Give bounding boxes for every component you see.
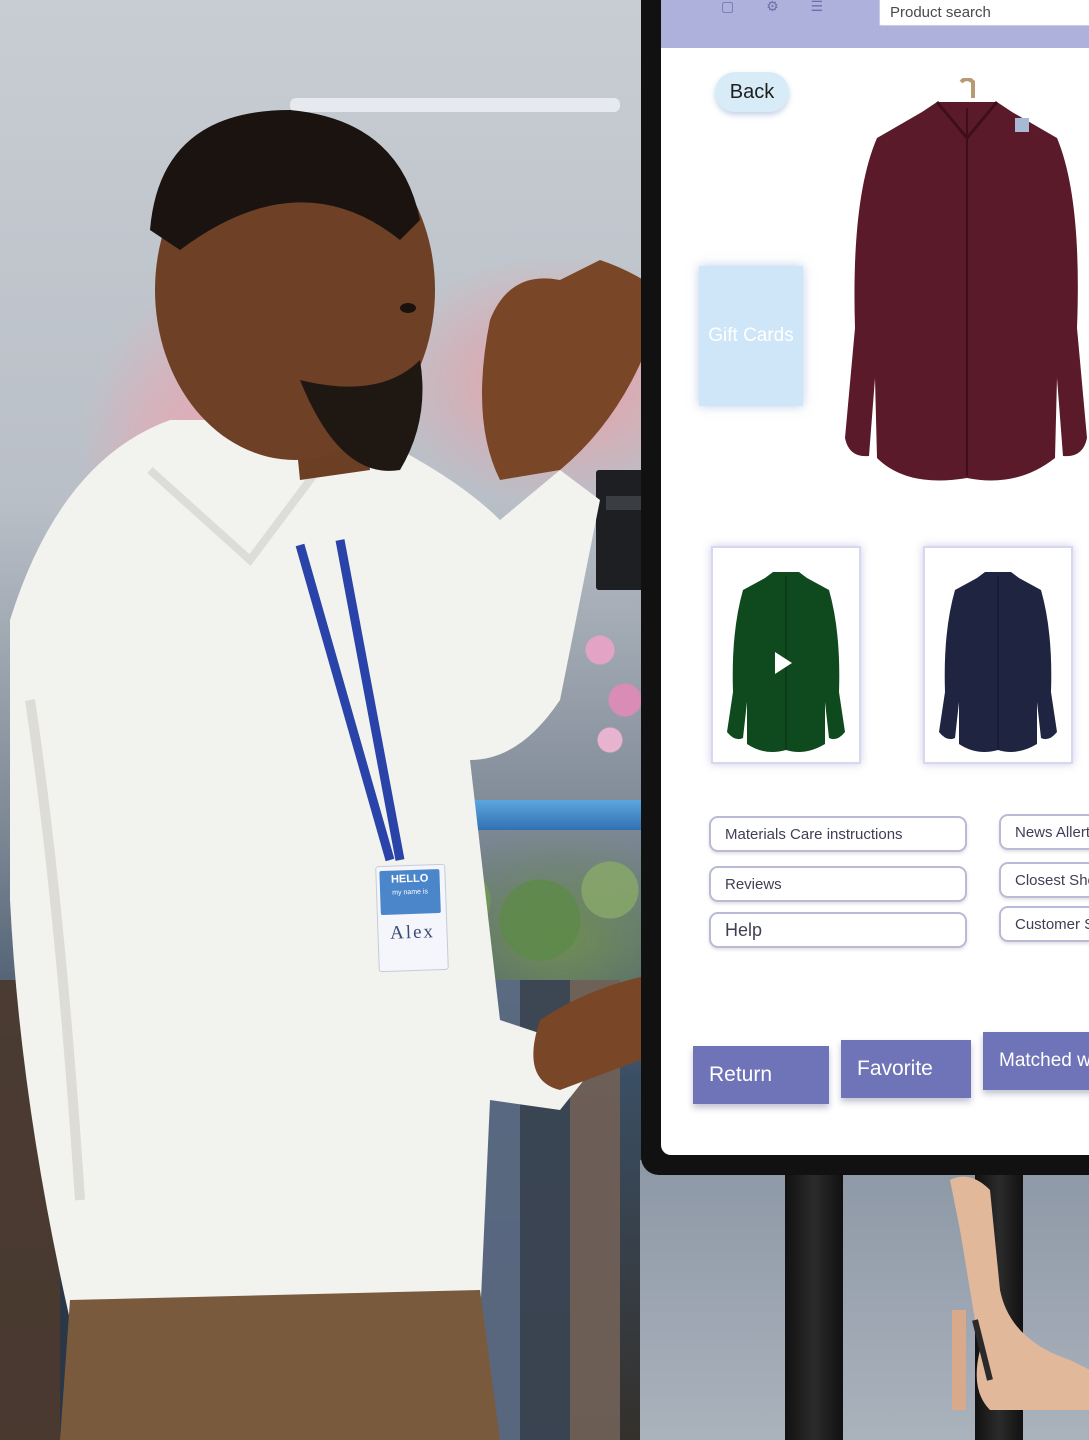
- customer-service-button[interactable]: Customer S: [999, 906, 1089, 942]
- help-button[interactable]: Help: [709, 912, 967, 948]
- kiosk-stand-leg: [785, 1150, 843, 1440]
- reviews-button[interactable]: Reviews: [709, 866, 967, 902]
- badge-hello-text: HELLO: [390, 872, 429, 886]
- badge-subtitle: my name is: [392, 888, 429, 897]
- store-assistant-person: [10, 110, 690, 1440]
- badge-name: Alex: [389, 921, 436, 944]
- product-search-input[interactable]: [879, 0, 1089, 26]
- name-badge: HELLO my name is Alex: [375, 863, 449, 973]
- high-heel-shoe: [950, 1176, 1089, 1410]
- materials-care-button[interactable]: Materials Care instructions: [709, 816, 967, 852]
- navy-shirt-thumbnail[interactable]: [923, 546, 1073, 764]
- kiosk-top-bar: ▢ ⚙ ☰: [661, 0, 1089, 48]
- matched-with-button[interactable]: Matched wi: [983, 1032, 1089, 1090]
- green-shirt-video-thumbnail[interactable]: [711, 546, 861, 764]
- navy-shirt-image: [939, 572, 1057, 752]
- play-icon[interactable]: [775, 652, 792, 674]
- return-button[interactable]: Return: [693, 1046, 829, 1104]
- burgundy-shirt-image[interactable]: [837, 78, 1089, 498]
- closest-shop-button[interactable]: Closest Shop: [999, 862, 1089, 898]
- back-button[interactable]: Back: [715, 72, 789, 112]
- badge-hello-label: HELLO my name is: [379, 869, 441, 916]
- gift-cards-button[interactable]: Gift Cards: [699, 266, 803, 406]
- menu-icons[interactable]: ▢ ⚙ ☰: [721, 0, 861, 14]
- kiosk-screen: ▢ ⚙ ☰ Back Gift Cards Materials Care ins…: [661, 0, 1089, 1155]
- news-alert-button[interactable]: News Allert: [999, 814, 1089, 850]
- favorite-button[interactable]: Favorite: [841, 1040, 971, 1098]
